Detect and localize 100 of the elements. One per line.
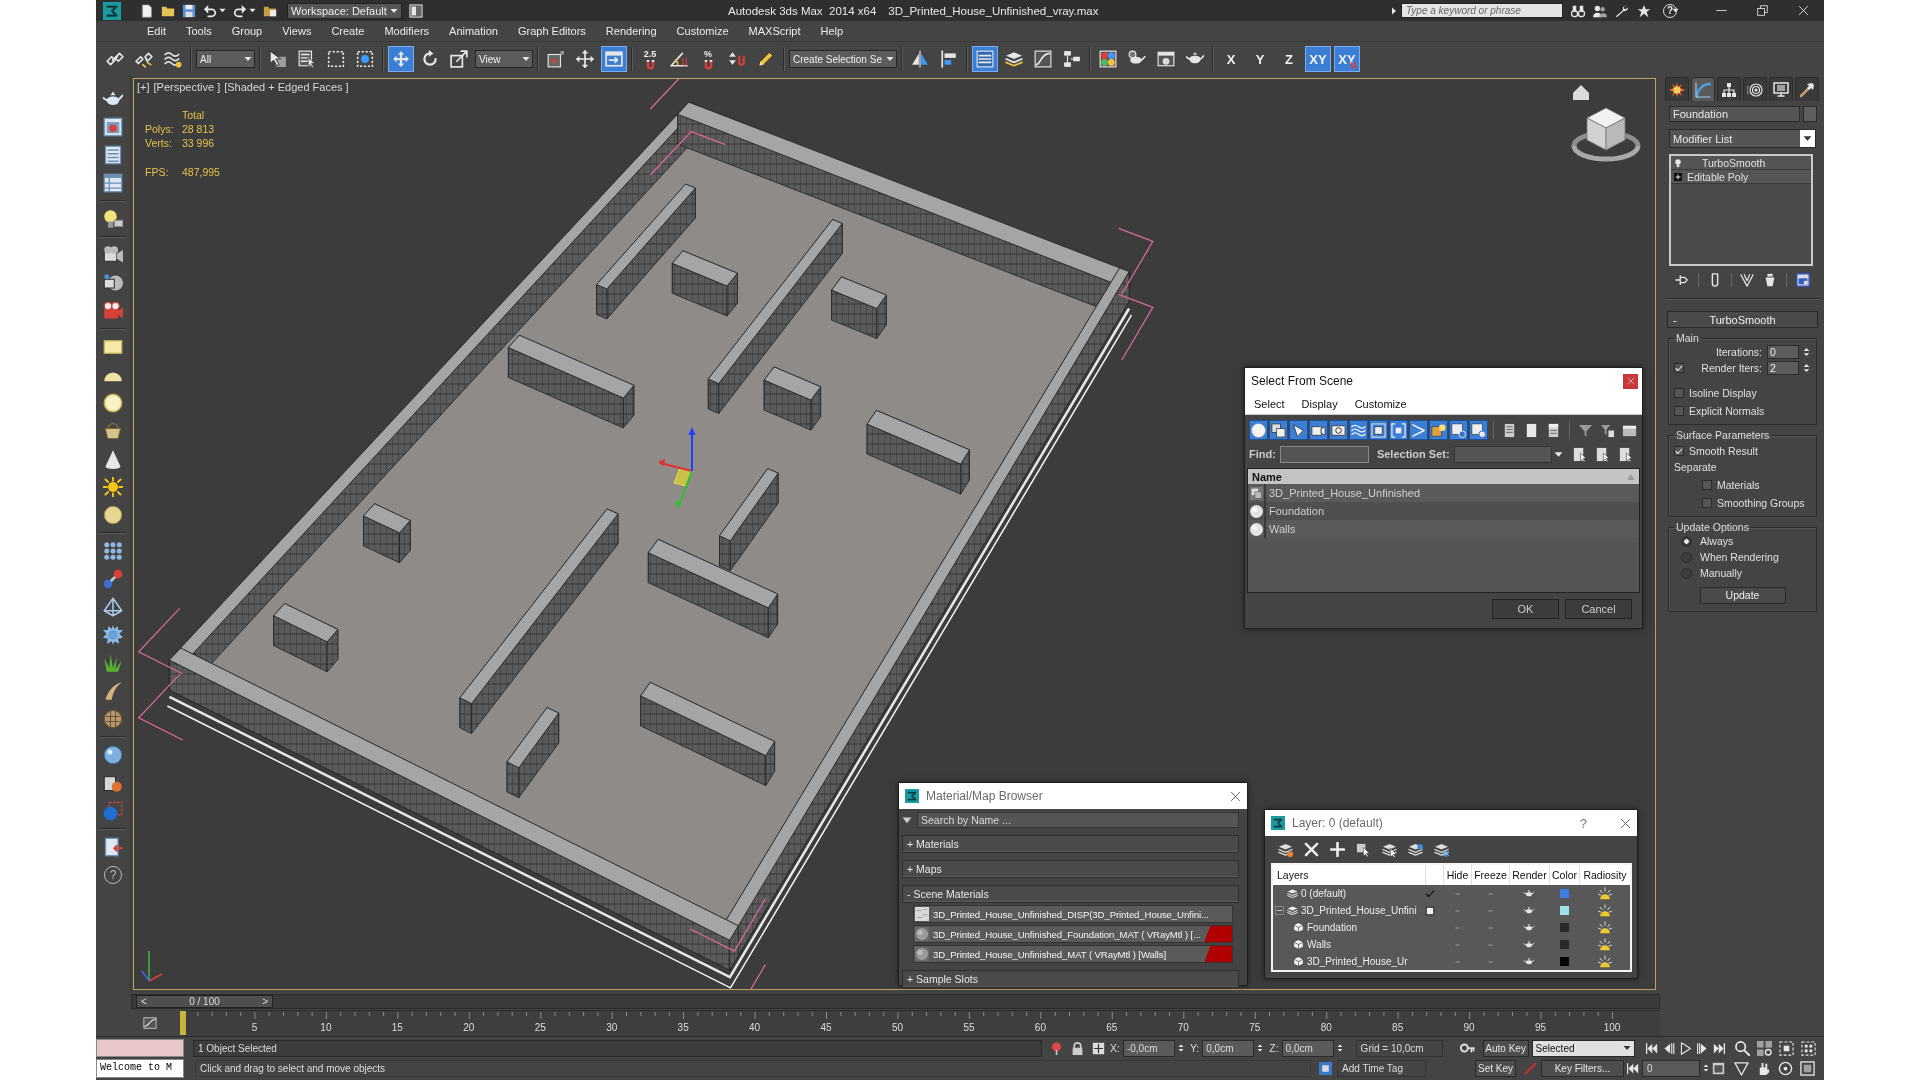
- auto-key-button[interactable]: Auto Key: [1482, 1039, 1529, 1057]
- menu-item[interactable]: Edit: [137, 25, 176, 37]
- collapse-box-icon[interactable]: [1275, 906, 1284, 915]
- filter-toggle-button[interactable]: [1269, 420, 1289, 440]
- wall[interactable]: [273, 603, 339, 673]
- group-header[interactable]: - Scene Materials: [902, 885, 1239, 903]
- v-fork-icon[interactable]: [1740, 273, 1755, 287]
- sun-rays-icon[interactable]: [1597, 921, 1612, 934]
- key-mode-dropdown[interactable]: Selected: [1531, 1039, 1635, 1057]
- pin-icon[interactable]: [1675, 273, 1690, 287]
- column-header[interactable]: Freeze: [1471, 865, 1509, 885]
- scene-object-name[interactable]: Foundation: [1269, 505, 1325, 517]
- camera-icon[interactable]: [103, 245, 123, 265]
- new-file-icon[interactable]: [140, 3, 154, 18]
- menu-item[interactable]: Rendering: [595, 25, 667, 37]
- toolbar-button[interactable]: [972, 46, 998, 72]
- layer-color-swatch[interactable]: [1559, 889, 1569, 898]
- skip-start-icon[interactable]: [1644, 1041, 1658, 1055]
- render-window-icon[interactable]: [103, 117, 123, 137]
- set-key-button[interactable]: Set Key: [1475, 1059, 1516, 1077]
- wall[interactable]: [647, 539, 778, 639]
- time-slider-handle[interactable]: < 0 / 100 >: [136, 994, 273, 1008]
- rectangle-icon[interactable]: [103, 337, 123, 357]
- layer-name[interactable]: 3D_Printed_House_Unfini: [1301, 905, 1417, 916]
- coordinate-field[interactable]: 0,0cm: [1202, 1039, 1255, 1057]
- radio-button[interactable]: [1681, 551, 1692, 563]
- circle-icon[interactable]: [103, 393, 123, 413]
- close-button[interactable]: [1623, 373, 1638, 389]
- caret-icon[interactable]: [1672, 7, 1679, 14]
- filter-toggle-button[interactable]: [1429, 420, 1449, 440]
- current-frame-field[interactable]: 0: [1642, 1059, 1700, 1077]
- home-icon[interactable]: [1573, 85, 1589, 100]
- filter-toggle-button[interactable]: [1369, 420, 1389, 440]
- close-icon[interactable]: [1619, 817, 1631, 829]
- axis-constraint-button[interactable]: Y: [1247, 46, 1273, 72]
- time-tag-icon[interactable]: [1319, 1061, 1332, 1075]
- maxscript-input-field[interactable]: [96, 1039, 184, 1057]
- textured-ball-icon[interactable]: [103, 709, 123, 729]
- camera-sphere-icon[interactable]: [103, 273, 123, 293]
- modifier-list-dropdown[interactable]: Modifier List: [1669, 129, 1816, 148]
- checkbox[interactable]: [1674, 388, 1684, 398]
- wall[interactable]: [508, 334, 635, 429]
- teapot-icon[interactable]: [1523, 939, 1535, 950]
- column-header[interactable]: Color: [1549, 865, 1579, 885]
- viewcube-icon[interactable]: [1571, 107, 1641, 162]
- modifier-stack-item[interactable]: Editable Poly: [1671, 170, 1811, 184]
- filter-toggle-button[interactable]: [1289, 420, 1309, 440]
- column-header[interactable]: Layers: [1273, 865, 1425, 885]
- time-config-icon[interactable]: [1712, 1061, 1725, 1075]
- table-window-icon[interactable]: [103, 173, 123, 193]
- key-mode-icon[interactable]: [1626, 1061, 1639, 1075]
- page-cursor-icon[interactable]: [1571, 446, 1587, 462]
- search-field[interactable]: Search by Name ...: [917, 811, 1239, 828]
- coordinate-field[interactable]: -0,0cm: [1122, 1039, 1175, 1057]
- filter-toggle-button[interactable]: [1449, 420, 1469, 440]
- checkbox[interactable]: [1674, 406, 1684, 416]
- viewport-menu-label[interactable]: [Shaded + Edged Faces ]: [224, 81, 349, 93]
- column-header[interactable]: Name: [1248, 469, 1639, 484]
- filter-toggle-button[interactable]: [1389, 420, 1409, 440]
- command-panel-tab[interactable]: [1795, 77, 1819, 101]
- filter-toggle-button[interactable]: [1249, 420, 1268, 440]
- object-color-swatch[interactable]: [1559, 940, 1569, 949]
- menu-item[interactable]: Customize: [1354, 398, 1407, 410]
- window-panel-icon[interactable]: [409, 3, 423, 18]
- glossy-sphere-icon[interactable]: [103, 745, 123, 765]
- step-back-icon[interactable]: [1661, 1041, 1675, 1055]
- checkmark-icon[interactable]: [1425, 888, 1435, 899]
- coordinate-field[interactable]: 0,0cm: [1281, 1039, 1334, 1057]
- color-swatch-icon[interactable]: [1803, 106, 1817, 122]
- wall[interactable]: [866, 410, 970, 495]
- curve-window-icon[interactable]: [142, 1016, 158, 1030]
- material-list-item[interactable]: 3D_Printed_House_Unfinished_Foundation_MAT ( VRayMtl ) [...: [913, 925, 1233, 943]
- stack-star-icon[interactable]: [1278, 841, 1293, 857]
- rollout-header[interactable]: - TurboSmooth: [1667, 311, 1818, 328]
- stack-dot-icon[interactable]: [1408, 841, 1423, 857]
- previous-frame-button[interactable]: <: [141, 995, 147, 1007]
- help-button[interactable]: ?: [1579, 815, 1587, 831]
- radio-button[interactable]: [1681, 567, 1692, 579]
- sun-icon[interactable]: [103, 477, 123, 497]
- wall[interactable]: [671, 250, 738, 317]
- sun-rays-icon[interactable]: [1597, 904, 1612, 917]
- field-of-view-icon[interactable]: [1734, 1060, 1749, 1076]
- checkbox[interactable]: [1702, 480, 1712, 490]
- magnifier-icon[interactable]: [1734, 1040, 1750, 1056]
- command-panel-tab[interactable]: [1717, 77, 1741, 101]
- panel-arrow-icon[interactable]: [103, 837, 123, 857]
- play-icon[interactable]: [1678, 1041, 1692, 1055]
- layer-name[interactable]: 0 (default): [1301, 888, 1347, 899]
- layer-color-swatch[interactable]: [1559, 906, 1569, 915]
- filter-toggle-button[interactable]: [1309, 420, 1329, 440]
- current-frame-marker[interactable]: [180, 1011, 186, 1035]
- command-panel-tab[interactable]: [1665, 77, 1689, 101]
- close-icon[interactable]: [1229, 790, 1241, 802]
- lock-icon[interactable]: [1071, 1041, 1084, 1055]
- column-header[interactable]: Hide: [1443, 865, 1471, 885]
- wall[interactable]: [363, 503, 411, 564]
- step-forward-icon[interactable]: [1695, 1041, 1709, 1055]
- menu-item[interactable]: MAXScript: [738, 25, 811, 37]
- menu-item[interactable]: Help: [810, 25, 854, 37]
- stack-cursor-icon[interactable]: [1382, 841, 1397, 857]
